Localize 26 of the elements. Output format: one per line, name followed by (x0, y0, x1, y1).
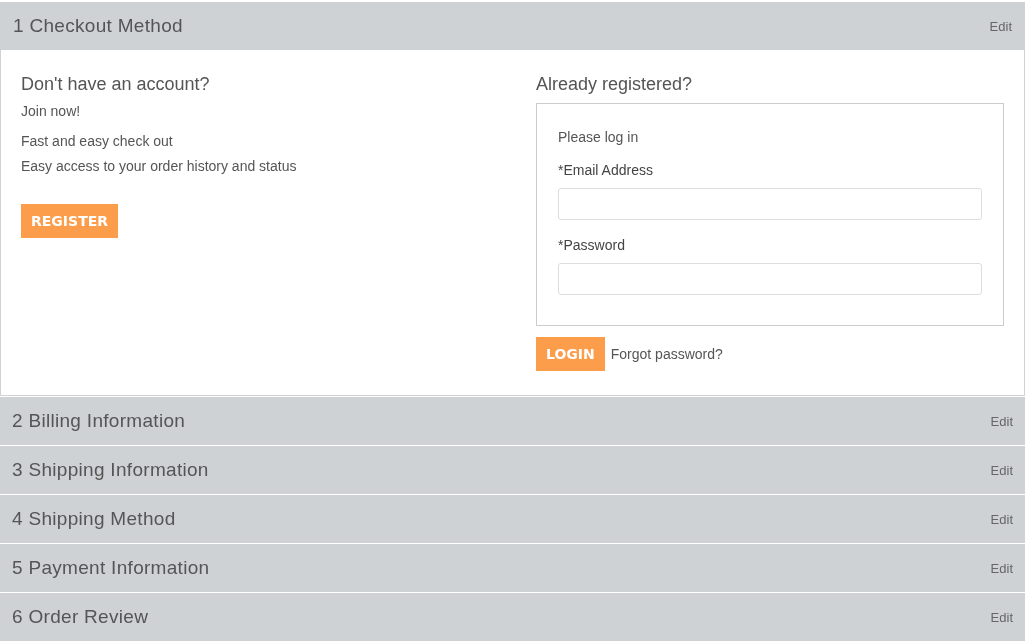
step-header[interactable]: 1 Checkout Method Edit (1, 2, 1024, 50)
edit-link[interactable]: Edit (990, 463, 1013, 478)
step-title: 4 Shipping Method (12, 508, 176, 530)
intro-text: Join now! (21, 103, 81, 119)
edit-link[interactable]: Edit (990, 610, 1013, 625)
input-field[interactable] (558, 263, 982, 295)
step-title: 2 Billing Information (12, 410, 186, 432)
benefit-text: Fast and easy check out (21, 133, 173, 149)
login-prompt: Please log in (558, 129, 640, 145)
step-title: 1 Checkout Method (13, 15, 183, 37)
input-field[interactable] (558, 188, 982, 220)
section-heading: Already registered? (536, 74, 693, 95)
step-title: 3 Shipping Information (12, 459, 209, 481)
login-button[interactable]: LOGIN (536, 337, 605, 371)
edit-link[interactable]: Edit (990, 414, 1013, 429)
section-heading: Don't have an account? (21, 74, 210, 95)
step-title: 5 Payment Information (12, 557, 210, 579)
edit-link[interactable]: Edit (990, 561, 1013, 576)
edit-link[interactable]: Edit (989, 19, 1012, 34)
edit-link[interactable]: Edit (990, 512, 1013, 527)
register-button[interactable]: REGISTER (21, 204, 119, 238)
step-title: 6 Order Review (12, 606, 149, 628)
forgot-password-link[interactable]: Forgot password? (610, 346, 723, 362)
benefit-text: Easy access to your order history and status (21, 158, 297, 174)
field-label: *Email Address (558, 162, 654, 178)
field-label: *Password (558, 237, 626, 253)
